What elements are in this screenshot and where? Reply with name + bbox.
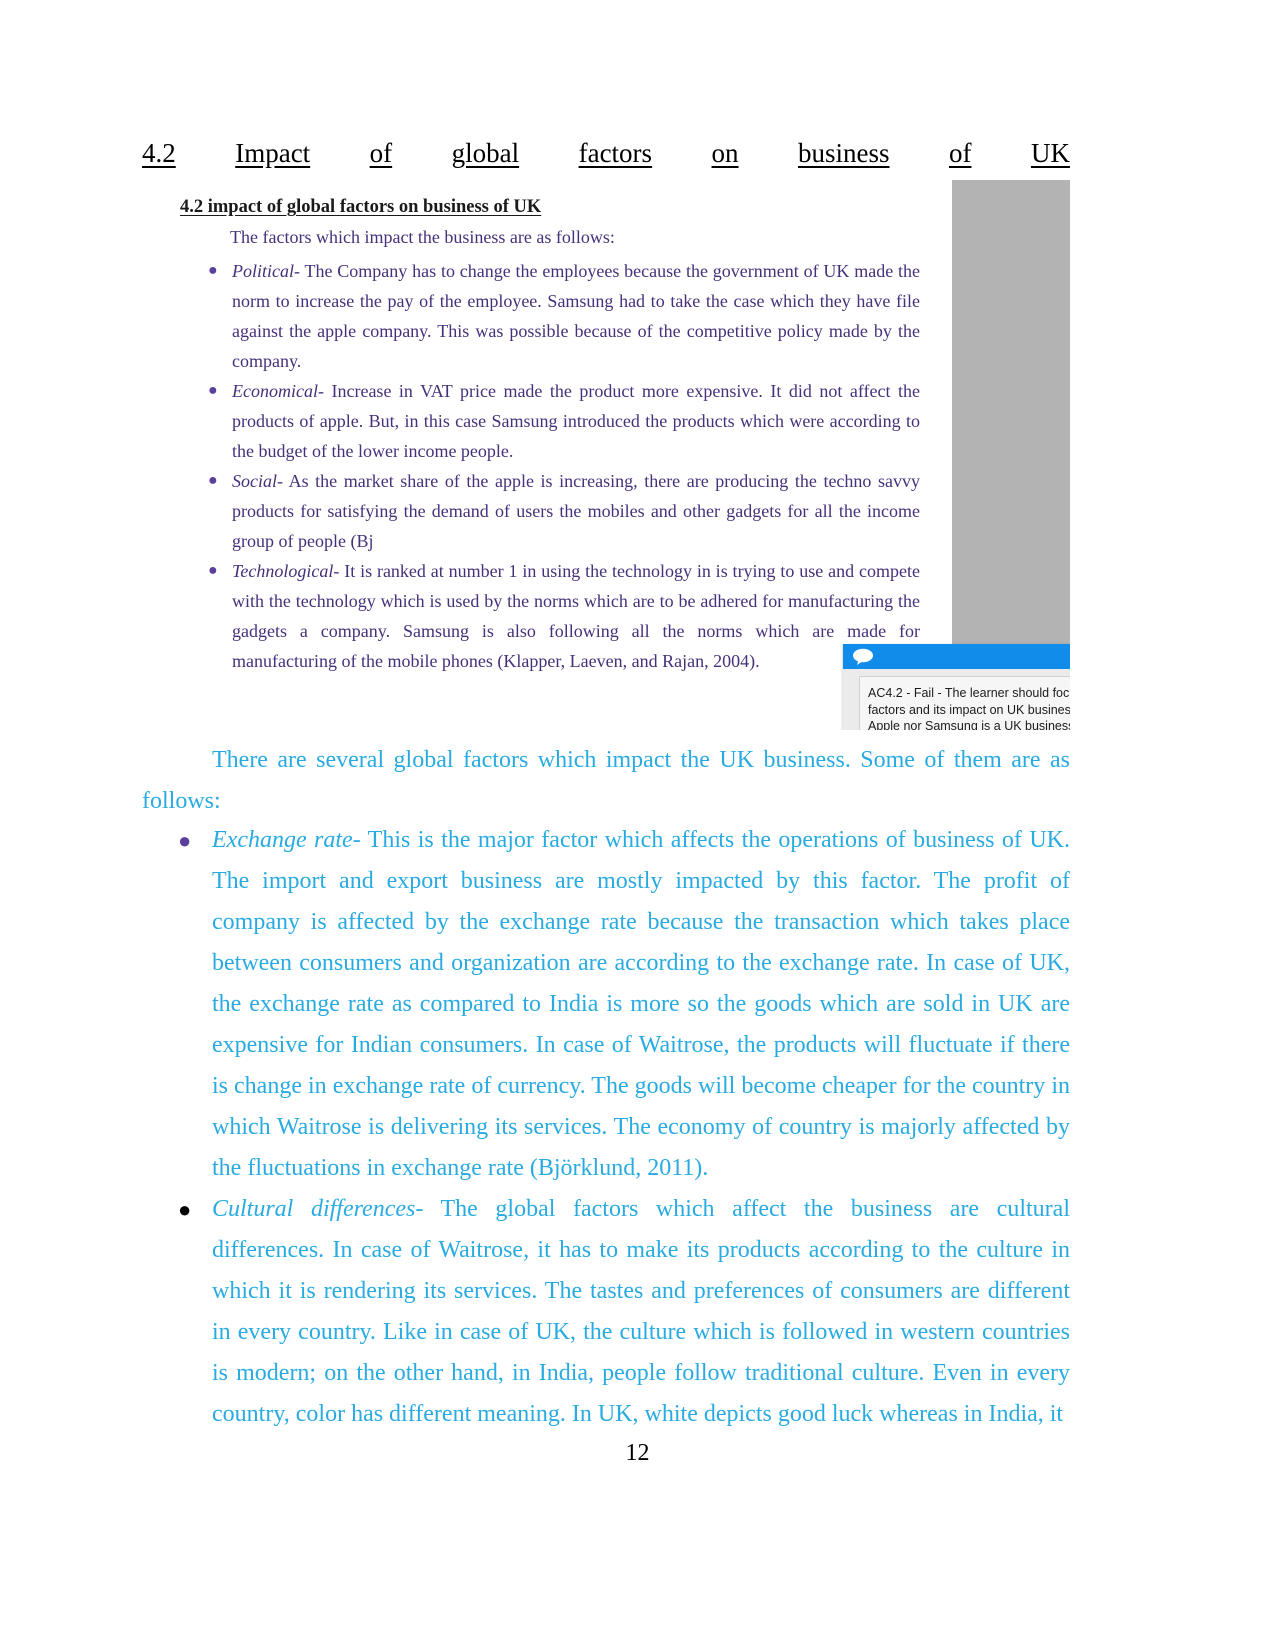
embedded-bullet-text: - Increase in VAT price made the product…	[232, 381, 920, 461]
embedded-bullet-list: ● Political- The Company has to change t…	[190, 256, 920, 676]
bullet-dot-icon: ●	[178, 828, 192, 853]
main-bullet-list: ● Exchange rate- This is the major facto…	[142, 820, 1070, 1435]
comment-text: AC4.2 - Fail - The learner should focus …	[859, 676, 1070, 730]
heading-word-2: of	[369, 138, 393, 168]
heading-word-3: global	[451, 138, 520, 168]
page-title: 4.2 Impact of global factors on business…	[142, 138, 1070, 169]
main-bullet-label: Cultural differences	[212, 1196, 416, 1222]
embedded-bullet-label: Economical	[232, 381, 318, 401]
heading-word-8: UK	[1030, 138, 1070, 168]
bullet-dot-icon: ●	[178, 1197, 192, 1222]
embedded-bullet-label: Technological	[232, 561, 334, 581]
main-bullet-text: - The global factors which affect the bu…	[212, 1196, 1070, 1427]
list-item: ● Social- As the market share of the app…	[190, 466, 920, 556]
embedded-title: 4.2 impact of global factors on business…	[180, 197, 542, 217]
embedded-bullet-text: - The Company has to change the employee…	[232, 261, 920, 371]
bullet-dot-icon: ●	[208, 262, 218, 279]
embedded-bullet-label: Political	[232, 261, 294, 281]
comment-bubble-icon	[852, 648, 874, 665]
list-item: ● Technological- It is ranked at number …	[190, 556, 920, 676]
intro-paragraph: There are several global factors which i…	[142, 747, 1070, 814]
embedded-intro: The factors which impact the business ar…	[230, 227, 615, 247]
heading-word-5: on	[711, 138, 739, 168]
comment-callout[interactable]: AC4.2 - Fail - The learner should focus …	[843, 644, 1070, 730]
bullet-dot-icon: ●	[208, 382, 218, 399]
page-number: 12	[625, 1440, 650, 1466]
list-item: ● Economical- Increase in VAT price made…	[190, 376, 920, 466]
heading-word-4: factors	[578, 138, 653, 168]
heading-word-1: Impact	[235, 138, 311, 168]
heading-word-6: business	[798, 138, 890, 168]
document-page: 4.2 Impact of global factors on business…	[0, 0, 1275, 1650]
main-bullet-text: - This is the major factor which affects…	[212, 827, 1070, 1181]
embedded-bullet-label: Social	[232, 471, 277, 491]
comment-header-bar	[843, 644, 1070, 669]
bullet-dot-icon: ●	[208, 472, 218, 489]
heading-word-7: of	[948, 138, 972, 168]
embedded-bullet-text: - As the market share of the apple is in…	[232, 471, 920, 551]
main-bullet-label: Exchange rate	[212, 827, 353, 853]
heading-word-0: 4.2	[142, 138, 176, 168]
bullet-dot-icon: ●	[208, 562, 218, 579]
list-item: ● Exchange rate- This is the major facto…	[142, 820, 1070, 1189]
embedded-bullet-text: - It is ranked at number 1 in using the …	[232, 561, 920, 671]
list-item: ● Political- The Company has to change t…	[190, 256, 920, 376]
embedded-screenshot: 4.2 impact of global factors on business…	[142, 180, 1070, 730]
list-item: ● Cultural differences- The global facto…	[142, 1189, 1070, 1435]
